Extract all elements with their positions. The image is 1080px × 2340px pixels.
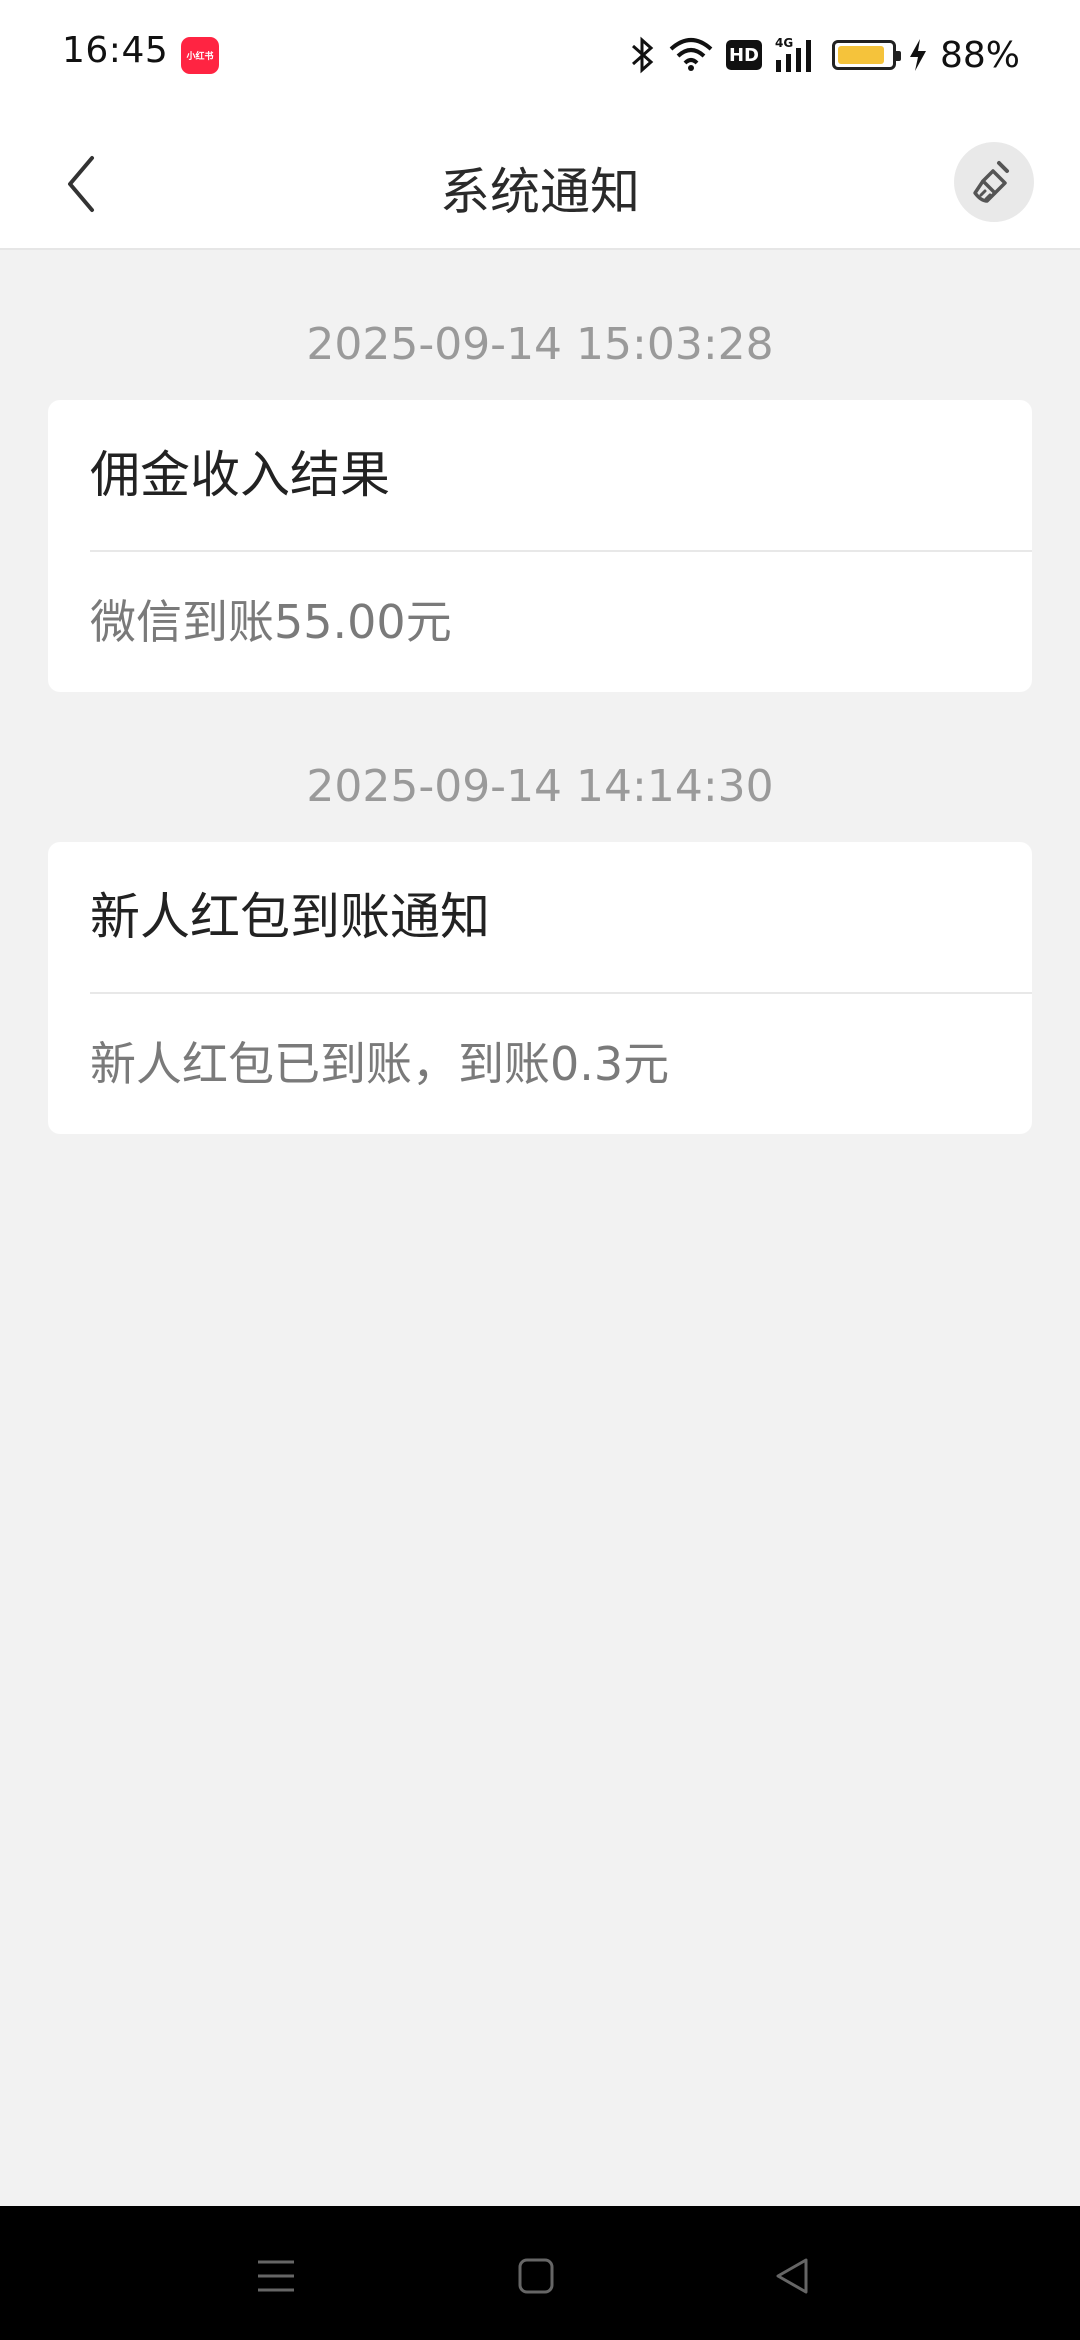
bluetooth-icon	[630, 36, 656, 74]
notification-group: 2025-09-14 15:03:28 佣金收入结果 微信到账55.00元	[0, 250, 1080, 692]
back-triangle-icon	[776, 2258, 808, 2294]
notification-body: 微信到账55.00元	[90, 595, 452, 649]
system-nav-bar	[0, 2206, 1080, 2340]
notification-title: 新人红包到账通知	[90, 842, 1032, 994]
notification-body: 新人红包已到账，到账0.3元	[90, 1037, 670, 1091]
notification-card[interactable]: 佣金收入结果 微信到账55.00元	[48, 400, 1032, 692]
notification-card[interactable]: 新人红包到账通知 新人红包已到账，到账0.3元	[48, 842, 1032, 1134]
notification-timestamp: 2025-09-14 14:14:30	[306, 761, 774, 812]
menu-icon	[258, 2260, 294, 2292]
back-nav-button[interactable]	[762, 2246, 822, 2306]
header-bar: 系统通知	[0, 112, 1080, 250]
charging-icon	[908, 37, 928, 73]
hd-icon: HD	[725, 40, 762, 70]
home-icon	[518, 2258, 554, 2294]
broom-icon	[973, 161, 1009, 203]
notification-title: 佣金收入结果	[90, 400, 1032, 552]
battery-icon	[831, 40, 901, 70]
battery-fill	[837, 46, 884, 64]
battery-percent: 88%	[939, 34, 1020, 76]
wifi-icon	[668, 37, 714, 73]
status-bar: 16:45 小红书 HD 4G 88%	[0, 0, 1080, 112]
home-button[interactable]	[506, 2246, 566, 2306]
page-title: 系统通知	[440, 163, 640, 221]
4g-signal-icon: 4G	[774, 36, 820, 74]
app-badge: 小红书	[181, 37, 219, 74]
svg-text:4G: 4G	[775, 36, 793, 50]
notification-timestamp: 2025-09-14 15:03:28	[306, 319, 774, 370]
hd-label: HD	[728, 44, 759, 66]
clear-all-button[interactable]	[954, 142, 1034, 222]
notification-group: 2025-09-14 14:14:30 新人红包到账通知 新人红包已到账，到账0…	[0, 692, 1080, 1134]
battery-cap	[895, 51, 901, 61]
status-icons: HD 4G 88%	[630, 30, 1020, 80]
notification-list: 2025-09-14 15:03:28 佣金收入结果 微信到账55.00元 20…	[0, 250, 1080, 1134]
menu-button[interactable]	[246, 2246, 306, 2306]
status-time: 16:45	[62, 30, 169, 71]
